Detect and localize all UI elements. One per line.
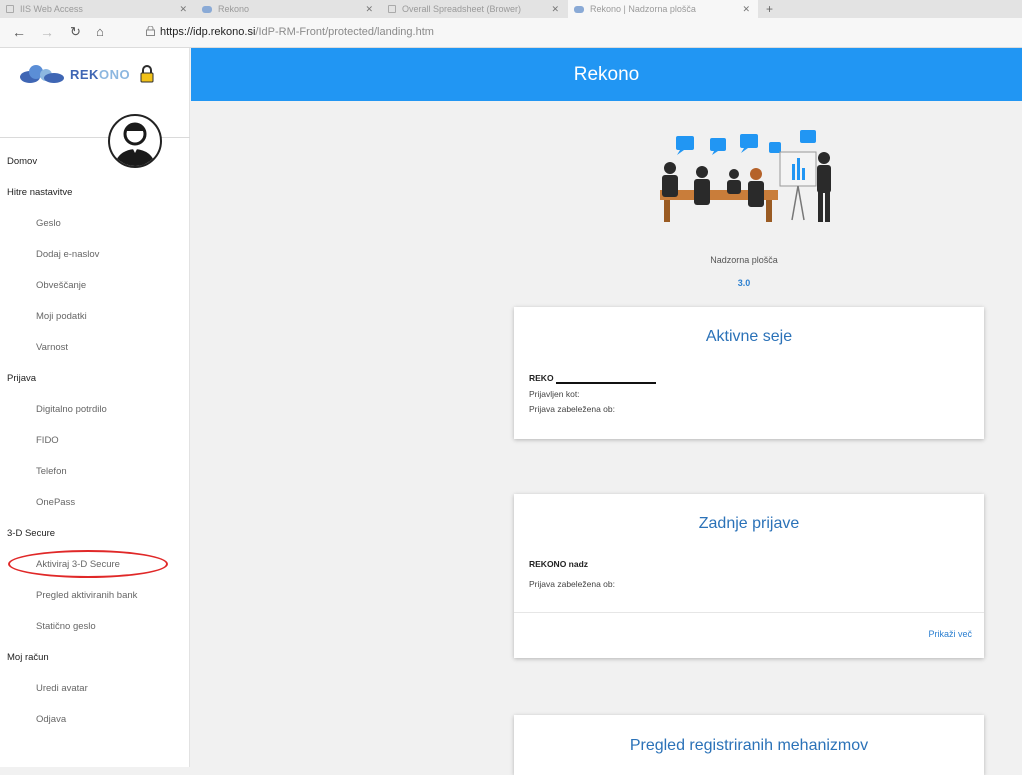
logged-in-as-label: Prijavljen kot: <box>529 389 580 399</box>
session-name: REKO <box>529 373 554 383</box>
card-divider <box>514 612 984 613</box>
logged-at-label: Prijava zabeležena ob: <box>529 404 616 414</box>
logo-text: REKONO <box>70 66 131 82</box>
close-icon[interactable]: ✕ <box>742 4 750 15</box>
sidebar-heading-moj-racun[interactable]: Moj račun <box>7 650 49 666</box>
dashboard-label: Nadzorna plošča <box>710 255 778 265</box>
login-name: REKONO nadz <box>529 559 589 569</box>
sidebar-item-domov[interactable]: Domov <box>7 154 37 170</box>
url-field[interactable]: https://idp.rekono.si/IdP-RM-Front/prote… <box>160 26 434 38</box>
sidebar-heading-prijava[interactable]: Prijava <box>7 371 36 387</box>
sidebar: REKONO Domov Hitre nastavitve Geslo Doda… <box>0 48 190 767</box>
presentation-board <box>779 151 817 221</box>
red-highlight-ellipse <box>8 550 168 578</box>
lock-icon <box>146 26 155 36</box>
active-sessions-card: Aktivne seje REKO Prijavljen kot: Prijav… <box>514 307 984 439</box>
speech-bubble-icons <box>676 130 816 155</box>
show-more-link[interactable]: Prikaži več <box>928 629 972 639</box>
tab-label: Rekono | Nadzorna plošča <box>590 4 696 14</box>
sidebar-item-varnost[interactable]: Varnost <box>36 340 68 356</box>
tab-label: IIS Web Access <box>20 4 83 14</box>
user-avatar-icon <box>114 122 156 166</box>
top-header: Rekono <box>191 48 1022 101</box>
sidebar-item-digitalno-potrdilo[interactable]: Digitalno potrdilo <box>36 402 107 418</box>
rekono-favicon <box>202 5 212 13</box>
sidebar-heading-hitre-nastavitve[interactable]: Hitre nastavitve <box>7 185 72 201</box>
card-title: Pregled registriranih mehanizmov <box>629 737 869 754</box>
avatar[interactable] <box>108 114 162 168</box>
close-icon[interactable]: ✕ <box>365 4 373 15</box>
sidebar-item-pregled-aktiviranih-bank[interactable]: Pregled aktiviranih bank <box>36 588 137 604</box>
meeting-illustration <box>660 130 831 222</box>
sidebar-item-fido[interactable]: FIDO <box>36 433 59 449</box>
browser-tab[interactable]: Rekono ✕ <box>196 0 381 18</box>
sidebar-item-uredi-avatar[interactable]: Uredi avatar <box>36 681 88 697</box>
close-icon[interactable]: ✕ <box>551 4 559 15</box>
padlock-icon <box>140 65 154 83</box>
forward-icon[interactable]: → <box>40 24 54 40</box>
new-tab-button[interactable]: + <box>760 0 780 18</box>
browser-tab-active[interactable]: Rekono | Nadzorna plošča ✕ <box>568 0 758 18</box>
sidebar-item-moji-podatki[interactable]: Moji podatki <box>36 309 87 325</box>
sidebar-item-onepass[interactable]: OnePass <box>36 495 75 511</box>
back-icon[interactable]: ← <box>12 24 26 40</box>
page-icon <box>6 5 14 13</box>
browser-tab[interactable]: Overall Spreadsheet (Brower) ✕ <box>382 0 567 18</box>
sidebar-item-odjava[interactable]: Odjava <box>36 712 66 728</box>
page-title: Rekono <box>573 64 640 85</box>
browser-tab-bar: IIS Web Access ✕ Rekono ✕ Overall Spread… <box>0 0 1022 18</box>
sidebar-item-telefon[interactable]: Telefon <box>36 464 67 480</box>
last-logins-card: Zadnje prijave REKONO nadz Prijava zabel… <box>514 494 984 658</box>
sidebar-item-staticno-geslo[interactable]: Statično geslo <box>36 619 96 635</box>
card-title: Zadnje prijave <box>698 515 800 532</box>
address-bar: ← → ↻ ⌂ https://idp.rekono.si/IdP-RM-Fro… <box>0 18 1022 48</box>
tab-label: Rekono <box>218 4 250 14</box>
sidebar-item-geslo[interactable]: Geslo <box>36 216 61 232</box>
url-host: https://idp.rekono.si <box>160 26 256 38</box>
card-title: Aktivne seje <box>705 328 793 345</box>
version-number: 3.0 <box>737 278 751 288</box>
redaction-mark <box>556 382 656 384</box>
home-icon[interactable]: ⌂ <box>96 24 104 39</box>
rekono-favicon <box>574 5 584 13</box>
tab-label: Overall Spreadsheet (Brower) <box>402 4 522 14</box>
browser-tab[interactable]: IIS Web Access ✕ <box>0 0 195 18</box>
sidebar-heading-3d-secure[interactable]: 3-D Secure <box>7 526 55 542</box>
registered-mechanisms-card: Pregled registriranih mehanizmov <box>514 715 984 775</box>
url-path: /IdP-RM-Front/protected/landing.htm <box>255 26 434 38</box>
sidebar-item-obvescanje[interactable]: Obveščanje <box>36 278 86 294</box>
cloud-logo-icon <box>20 65 64 83</box>
refresh-icon[interactable]: ↻ <box>70 24 81 40</box>
rekono-logo[interactable]: REKONO <box>18 64 154 84</box>
close-icon[interactable]: ✕ <box>179 4 187 15</box>
logged-at-label: Prijava zabeležena ob: <box>529 579 616 589</box>
sidebar-item-dodaj-e-naslov[interactable]: Dodaj e-naslov <box>36 247 99 263</box>
page-icon <box>388 5 396 13</box>
